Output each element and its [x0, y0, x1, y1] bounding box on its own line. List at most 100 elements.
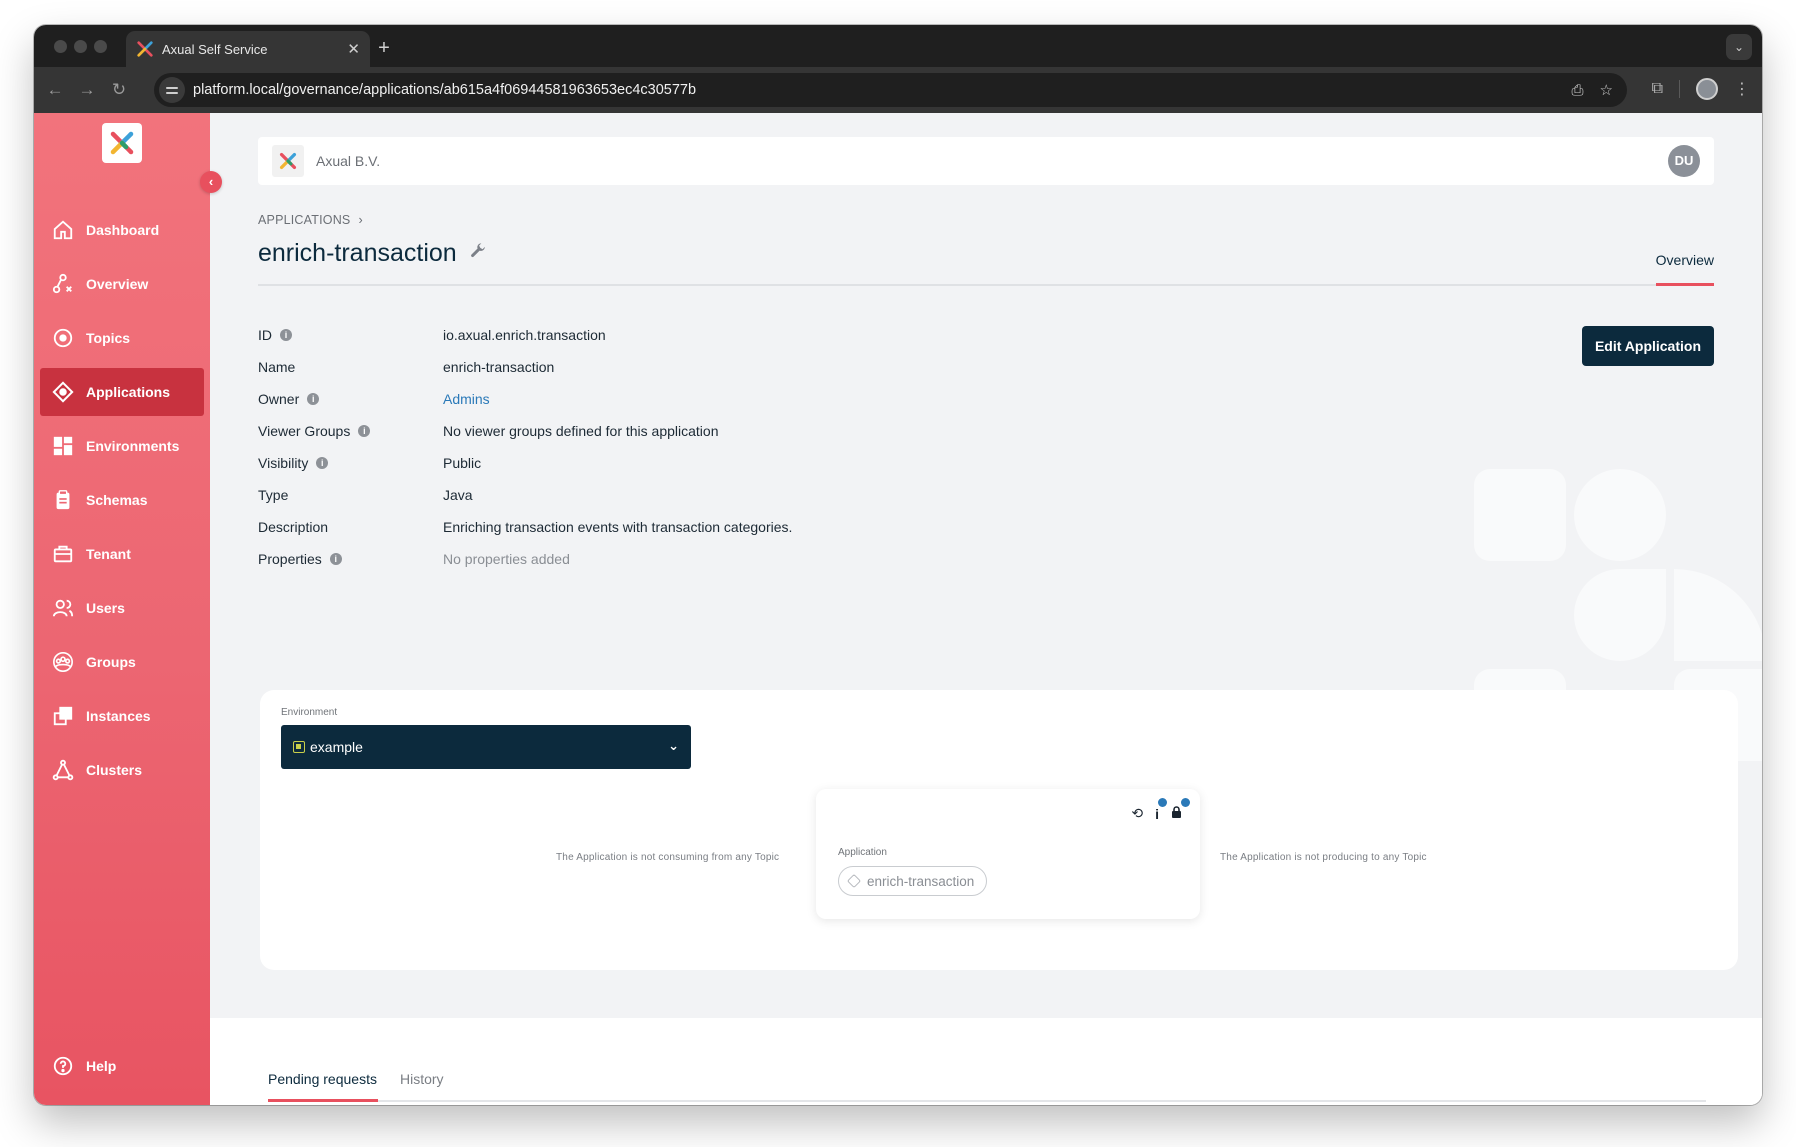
environment-select[interactable]: example ⌄: [281, 725, 691, 769]
detail-label: Name: [258, 359, 296, 375]
sidebar-item-overview[interactable]: Overview: [40, 260, 204, 308]
sidebar-item-label: Environments: [86, 438, 180, 454]
detail-label: Properties i: [258, 551, 438, 567]
profile-avatar-icon[interactable]: [1696, 78, 1718, 100]
sidebar-item-label: Topics: [86, 330, 131, 346]
sidebar-item-schemas[interactable]: Schemas: [40, 476, 204, 524]
sidebar: Dashboard Overview Topics Applications E…: [34, 113, 210, 1105]
page-title-text: enrich-transaction: [258, 239, 457, 267]
browser-window: Axual Self Service ✕ + ⌄ ← → ↻ platform.…: [34, 25, 1762, 1105]
clusters-icon: [52, 759, 74, 781]
browser-menu-icon[interactable]: ⋮: [1734, 79, 1750, 99]
environments-icon: [52, 435, 74, 457]
tab-title: Axual Self Service: [162, 41, 268, 57]
application-diamond-icon: [846, 873, 862, 889]
forward-arrow-icon[interactable]: →: [76, 79, 98, 101]
page-title: enrich-transaction: [258, 239, 487, 268]
detail-label: Type: [258, 487, 289, 503]
axual-logo-icon: [110, 131, 134, 155]
applications-icon: [52, 381, 74, 403]
info-icon[interactable]: i: [329, 553, 342, 565]
address-bar[interactable]: platform.local/governance/applications/a…: [154, 73, 1627, 107]
axual-logo[interactable]: [102, 123, 142, 163]
extensions-puzzle-icon[interactable]: ⧉: [1652, 80, 1663, 98]
overview-icon: [52, 273, 74, 295]
url-text[interactable]: platform.local/governance/applications/a…: [193, 82, 696, 98]
topics-icon: [52, 327, 74, 349]
organization-name: Axual B.V.: [316, 153, 381, 169]
instances-icon: [52, 705, 74, 727]
org-logo: [272, 145, 304, 177]
browser-tabbar: Axual Self Service ✕ + ⌄: [34, 25, 1762, 67]
node-actions: ⟲ i: [1131, 797, 1190, 822]
sidebar-item-environments[interactable]: Environments: [40, 422, 204, 470]
info-icon[interactable]: i: [358, 425, 371, 437]
breadcrumb-chevron-icon: ›: [358, 213, 363, 227]
detail-value-description: Enriching transaction events with transa…: [443, 519, 793, 535]
lock-icon[interactable]: [1171, 797, 1190, 822]
application-node[interactable]: ⟲ i Application enrich-transaction: [816, 789, 1200, 919]
wrench-icon[interactable]: [469, 242, 487, 265]
application-graph-card: Environment example ⌄ The Application is…: [260, 690, 1738, 970]
decorative-shape: [1674, 569, 1762, 661]
tabs-divider: [258, 284, 1714, 286]
reload-icon[interactable]: ↻: [108, 79, 130, 101]
detail-value-id: io.axual.enrich.transaction: [443, 327, 606, 343]
sidebar-item-clusters[interactable]: Clusters: [40, 746, 204, 794]
sidebar-item-help[interactable]: Help: [40, 1042, 204, 1090]
tab-search-chevron-icon[interactable]: ⌄: [1726, 34, 1752, 60]
application-chip[interactable]: enrich-transaction: [838, 866, 988, 896]
decorative-shape: [1574, 469, 1666, 561]
sidebar-item-groups[interactable]: Groups: [40, 638, 204, 686]
toolbar-separator: [1679, 80, 1680, 98]
sidebar-item-applications[interactable]: Applications: [40, 368, 204, 416]
info-icon[interactable]: i: [280, 329, 292, 341]
help-icon: [52, 1055, 74, 1077]
browser-tab[interactable]: Axual Self Service ✕: [126, 31, 370, 67]
info-icon[interactable]: i: [1155, 797, 1167, 822]
sidebar-item-label: Dashboard: [86, 222, 160, 238]
sidebar-item-label: Users: [86, 600, 125, 616]
detail-label: Viewer Groups i: [258, 423, 438, 439]
install-app-icon[interactable]: ⎙: [1572, 82, 1584, 99]
info-icon[interactable]: i: [307, 393, 320, 405]
tab-overview[interactable]: Overview: [1656, 252, 1714, 268]
tab-history[interactable]: History: [400, 1071, 444, 1087]
edit-application-button[interactable]: Edit Application: [1582, 326, 1714, 366]
detail-label: ID i: [258, 327, 438, 343]
user-avatar[interactable]: DU: [1668, 145, 1700, 177]
home-icon: [52, 219, 74, 241]
requests-section: Pending requests History: [210, 1018, 1762, 1105]
owner-link[interactable]: Admins: [443, 391, 490, 407]
sidebar-collapse-button[interactable]: ‹: [200, 171, 222, 193]
undo-icon[interactable]: ⟲: [1131, 805, 1143, 822]
breadcrumb: APPLICATIONS ›: [258, 213, 363, 227]
sidebar-item-label: Clusters: [86, 762, 143, 778]
sidebar-item-label: Tenant: [86, 546, 131, 562]
detail-label: Description: [258, 519, 329, 535]
new-tab-button[interactable]: +: [370, 34, 398, 62]
sidebar-item-label: Groups: [86, 654, 136, 670]
window-close-dot[interactable]: [54, 40, 67, 53]
axual-favicon-icon: [137, 41, 153, 57]
sidebar-item-dashboard[interactable]: Dashboard: [40, 206, 204, 254]
users-icon: [52, 597, 74, 619]
tab-pending-requests[interactable]: Pending requests: [268, 1071, 377, 1087]
tab-close-icon[interactable]: ✕: [347, 40, 360, 58]
organization-header: Axual B.V. DU: [258, 137, 1714, 185]
bookmark-star-icon[interactable]: ☆: [1600, 81, 1613, 99]
back-arrow-icon[interactable]: ←: [44, 79, 66, 101]
sidebar-item-instances[interactable]: Instances: [40, 692, 204, 740]
schemas-icon: [52, 489, 74, 511]
requests-tabs-divider: [268, 1100, 1706, 1102]
sidebar-item-tenant[interactable]: Tenant: [40, 530, 204, 578]
window-minimize-dot[interactable]: [74, 40, 87, 53]
sidebar-item-label: Applications: [86, 384, 171, 400]
sidebar-item-topics[interactable]: Topics: [40, 314, 204, 362]
sidebar-item-users[interactable]: Users: [40, 584, 204, 632]
site-settings-icon[interactable]: [159, 77, 185, 103]
decorative-shape: [1474, 469, 1566, 561]
info-icon[interactable]: i: [316, 457, 329, 469]
breadcrumb-applications-link[interactable]: APPLICATIONS: [258, 213, 350, 227]
window-zoom-dot[interactable]: [94, 40, 107, 53]
